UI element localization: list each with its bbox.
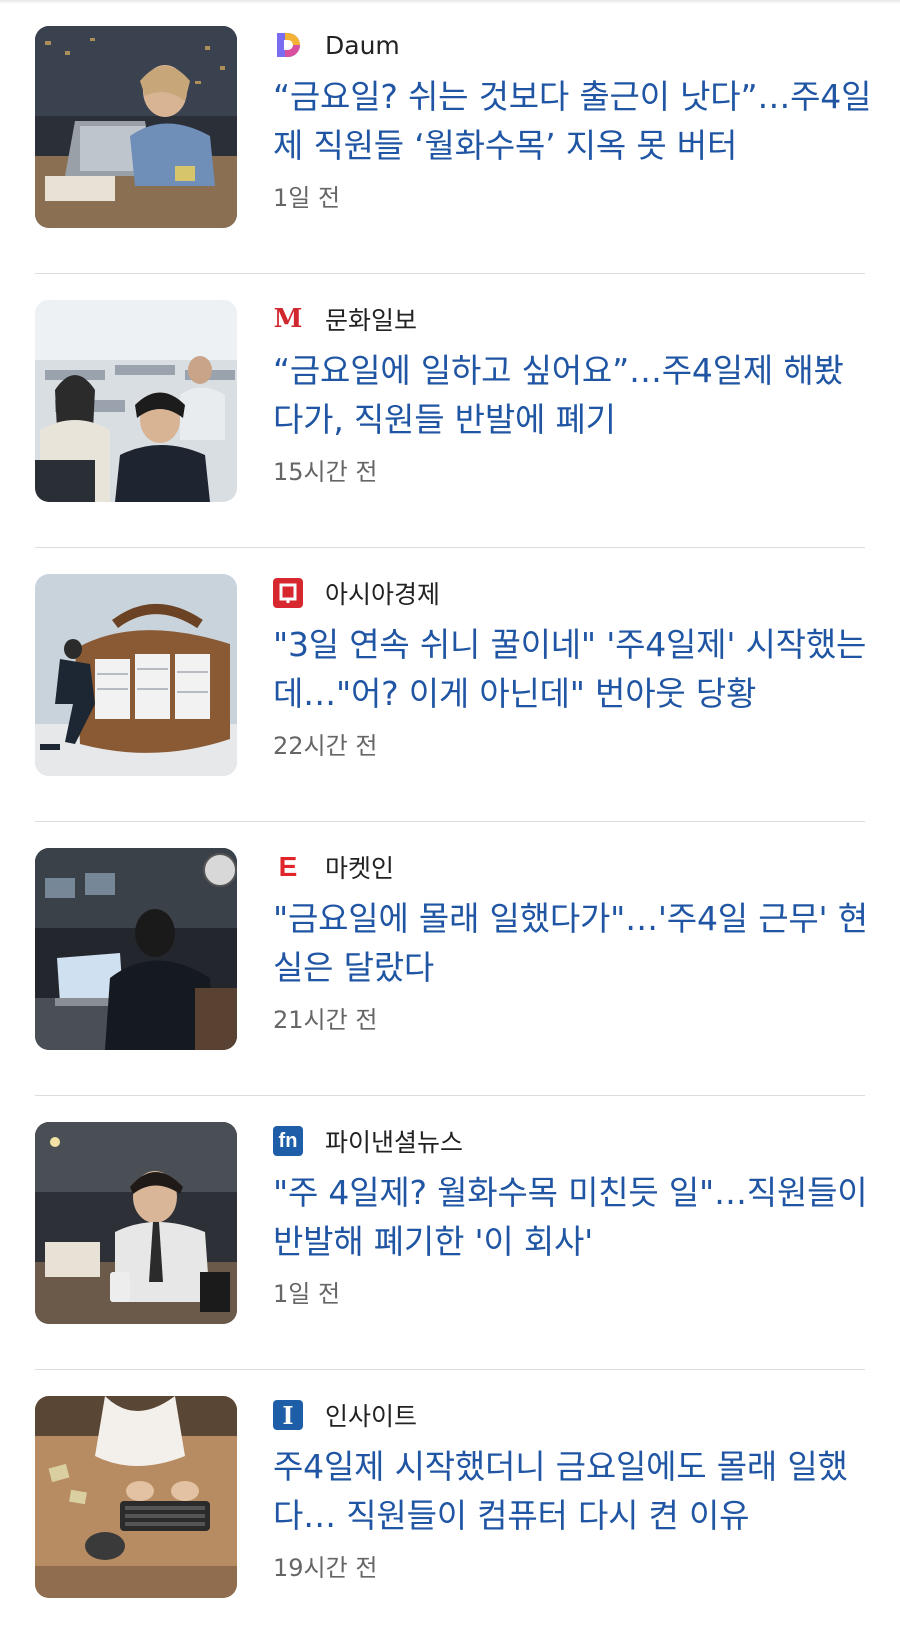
news-item[interactable]: 아시아경제 "3일 연속 쉬니 꿀이네" '주4일제' 시작했는데…"어? 이게…: [0, 548, 900, 822]
source-name[interactable]: 파이낸셜뉴스: [325, 1123, 463, 1159]
timestamp: 15시간 전: [273, 458, 378, 486]
news-thumbnail[interactable]: [35, 26, 237, 228]
source-name[interactable]: 인사이트: [325, 1397, 417, 1433]
news-thumbnail[interactable]: [35, 300, 237, 502]
daum-logo-icon: [273, 30, 303, 60]
news-thumbnail[interactable]: [35, 1122, 237, 1324]
news-item[interactable]: I 인사이트 주4일제 시작했더니 금요일에도 몰래 일했다… 직원들이 컴퓨터…: [0, 1370, 900, 1644]
news-headline[interactable]: "금요일에 몰래 일했다가"…'주4일 근무' 현실은 달랐다: [273, 894, 873, 992]
source-name[interactable]: Daum: [325, 31, 400, 60]
news-headline[interactable]: “금요일? 쉬는 것보다 출근이 낫다”…주4일제 직원들 ‘월화수목’ 지옥 …: [273, 72, 873, 170]
news-item[interactable]: Daum “금요일? 쉬는 것보다 출근이 낫다”…주4일제 직원들 ‘월화수목…: [0, 0, 900, 274]
news-item[interactable]: M 문화일보 “금요일에 일하고 싶어요”…주4일제 해봤다가, 직원들 반발에…: [0, 274, 900, 548]
news-thumbnail[interactable]: [35, 848, 237, 1050]
source-name[interactable]: 아시아경제: [325, 575, 440, 611]
timestamp: 22시간 전: [273, 732, 378, 760]
timestamp: 19시간 전: [273, 1554, 378, 1582]
news-headline[interactable]: "3일 연속 쉬니 꿀이네" '주4일제' 시작했는데…"어? 이게 아닌데" …: [273, 620, 873, 718]
timestamp: 1일 전: [273, 184, 341, 212]
news-thumbnail[interactable]: [35, 574, 237, 776]
news-headline[interactable]: "주 4일제? 월화수목 미친듯 일"…직원들이 반발해 폐기한 '이 회사': [273, 1168, 873, 1266]
source-name[interactable]: 문화일보: [325, 301, 417, 337]
news-headline[interactable]: “금요일에 일하고 싶어요”…주4일제 해봤다가, 직원들 반발에 폐기: [273, 346, 873, 444]
news-headline[interactable]: 주4일제 시작했더니 금요일에도 몰래 일했다… 직원들이 컴퓨터 다시 켠 이…: [273, 1442, 873, 1540]
news-item[interactable]: E 마켓인 "금요일에 몰래 일했다가"…'주4일 근무' 현실은 달랐다 21…: [0, 822, 900, 1096]
munhwa-logo-icon: M: [273, 304, 303, 334]
fnnews-logo-icon: fn: [273, 1126, 303, 1156]
news-thumbnail[interactable]: [35, 1396, 237, 1598]
asiae-logo-icon: [273, 578, 303, 608]
marketin-logo-icon: E: [278, 851, 298, 882]
source-name[interactable]: 마켓인: [325, 849, 394, 885]
insight-logo-icon: I: [273, 1400, 303, 1430]
timestamp: 21시간 전: [273, 1006, 378, 1034]
timestamp: 1일 전: [273, 1280, 341, 1308]
news-list: Daum “금요일? 쉬는 것보다 출근이 낫다”…주4일제 직원들 ‘월화수목…: [0, 0, 900, 1644]
news-item[interactable]: fn 파이낸셜뉴스 "주 4일제? 월화수목 미친듯 일"…직원들이 반발해 폐…: [0, 1096, 900, 1370]
